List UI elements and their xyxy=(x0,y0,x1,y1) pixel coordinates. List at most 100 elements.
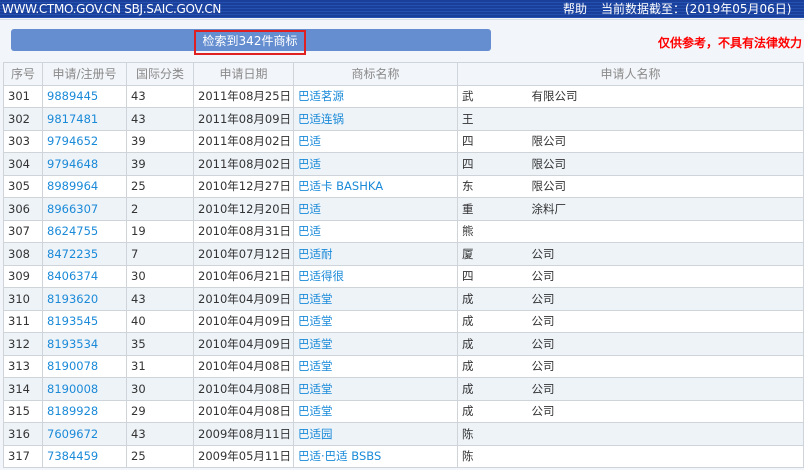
row-no: 312 xyxy=(3,332,43,356)
applicant-suffix: 限公司 xyxy=(531,134,567,149)
applicant-prefix: 熊 xyxy=(462,224,474,239)
row-no: 315 xyxy=(3,399,43,423)
mark-name-cell: 巴适茗源 xyxy=(293,84,458,108)
class-cell: 35 xyxy=(126,332,194,356)
date-cell: 2010年04月08日 xyxy=(193,399,294,423)
site-url: WWW.CTMO.GOV.CN SBJ.SAIC.GOV.CN xyxy=(2,2,222,16)
date-cell: 2010年12月20日 xyxy=(193,197,294,221)
date-cell: 2010年06月21日 xyxy=(193,264,294,288)
mark-name-link[interactable]: 巴适 xyxy=(298,202,321,216)
mark-name-cell: 巴适耐 xyxy=(293,242,458,266)
mark-name-link[interactable]: 巴适 xyxy=(298,224,321,238)
mark-name-cell: 巴适·巴适 BSBS xyxy=(293,444,458,468)
applicant-cell: 成 公司 xyxy=(457,287,804,311)
reg-no-cell: 8406374 xyxy=(42,264,127,288)
reg-no-link[interactable]: 9794648 xyxy=(47,157,98,171)
applicant-suffix: 公司 xyxy=(531,314,555,329)
mark-name-cell: 巴适园 xyxy=(293,422,458,446)
reg-no-link[interactable]: 8193545 xyxy=(47,314,98,328)
applicant-cell: 熊 xyxy=(457,219,804,243)
mark-name-cell: 巴适 xyxy=(293,219,458,243)
class-cell: 43 xyxy=(126,107,194,131)
applicant-prefix: 四 xyxy=(462,269,474,284)
applicant-prefix: 四 xyxy=(462,134,474,149)
col-reg-no-header: 申请/注册号 xyxy=(42,62,127,86)
reg-no-cell: 9817481 xyxy=(42,107,127,131)
reg-no-link[interactable]: 8189928 xyxy=(47,404,98,418)
reg-no-link[interactable]: 8472235 xyxy=(47,247,98,261)
reg-no-link[interactable]: 9817481 xyxy=(47,112,98,126)
date-cell: 2009年05月11日 xyxy=(193,444,294,468)
class-cell: 25 xyxy=(126,174,194,198)
row-no: 317 xyxy=(3,444,43,468)
mark-name-link[interactable]: 巴适连锅 xyxy=(298,112,344,126)
date-cell: 2011年08月09日 xyxy=(193,107,294,131)
applicant-prefix: 厦 xyxy=(462,246,474,261)
mark-name-cell: 巴适堂 xyxy=(293,377,458,401)
applicant-suffix: 公司 xyxy=(531,269,555,284)
reg-no-link[interactable]: 8193534 xyxy=(47,337,98,351)
mark-name-link[interactable]: 巴适堂 xyxy=(298,404,333,418)
mark-name-link[interactable]: 巴适堂 xyxy=(298,382,333,396)
reg-no-link[interactable]: 8193620 xyxy=(47,292,98,306)
table-row: 316 7609672 43 2009年08月11日 巴适园 陈 xyxy=(3,422,804,446)
class-cell: 43 xyxy=(126,287,194,311)
mark-name-link[interactable]: 巴适堂 xyxy=(298,359,333,373)
mark-name-link[interactable]: 巴适 xyxy=(298,157,321,171)
mark-name-link[interactable]: 巴适堂 xyxy=(298,337,333,351)
class-cell: 19 xyxy=(126,219,194,243)
reg-no-link[interactable]: 8190078 xyxy=(47,359,98,373)
reg-no-link[interactable]: 8406374 xyxy=(47,269,98,283)
mark-name-link[interactable]: 巴适堂 xyxy=(298,292,333,306)
applicant-prefix: 成 xyxy=(462,336,474,351)
date-cell: 2011年08月02日 xyxy=(193,129,294,153)
reg-no-link[interactable]: 8190008 xyxy=(47,382,98,396)
date-cell: 2010年04月09日 xyxy=(193,287,294,311)
applicant-prefix: 王 xyxy=(462,111,474,126)
mark-name-link[interactable]: 巴适 xyxy=(298,134,321,148)
table-row: 308 8472235 7 2010年07月12日 巴适耐 厦 公司 xyxy=(3,242,804,266)
reg-no-cell: 8966307 xyxy=(42,197,127,221)
mark-name-link[interactable]: 巴适堂 xyxy=(298,314,333,328)
mark-name-link[interactable]: 巴适·巴适 BSBS xyxy=(298,449,381,463)
help-link[interactable]: 帮助 xyxy=(563,0,587,18)
reg-no-cell: 9889445 xyxy=(42,84,127,108)
applicant-cell: 武 有限公司 xyxy=(457,84,804,108)
table-row: 302 9817481 43 2011年08月09日 巴适连锅 王 xyxy=(3,107,804,131)
mark-name-cell: 巴适堂 xyxy=(293,332,458,356)
mark-name-cell: 巴适得很 xyxy=(293,264,458,288)
mark-name-link[interactable]: 巴适园 xyxy=(298,427,333,441)
mark-name-cell: 巴适 xyxy=(293,152,458,176)
col-mark-name-header: 商标名称 xyxy=(293,62,458,86)
date-cell: 2011年08月25日 xyxy=(193,84,294,108)
applicant-prefix: 重 xyxy=(462,201,474,216)
class-cell: 25 xyxy=(126,444,194,468)
data-date: 当前数据截至：(2019年05月06日) xyxy=(601,2,792,16)
mark-name-link[interactable]: 巴适卡 BASHKA xyxy=(298,179,383,193)
reg-no-link[interactable]: 8624755 xyxy=(47,224,98,238)
table-row: 311 8193545 40 2010年04月09日 巴适堂 成 公司 xyxy=(3,309,804,333)
mark-name-link[interactable]: 巴适得很 xyxy=(298,269,344,283)
mark-name-cell: 巴适连锅 xyxy=(293,107,458,131)
reg-no-cell: 8193545 xyxy=(42,309,127,333)
class-cell: 31 xyxy=(126,354,194,378)
mark-name-cell: 巴适堂 xyxy=(293,399,458,423)
class-cell: 39 xyxy=(126,152,194,176)
mark-name-cell: 巴适 xyxy=(293,129,458,153)
mark-name-link[interactable]: 巴适茗源 xyxy=(298,89,344,103)
date-cell: 2010年04月09日 xyxy=(193,309,294,333)
reg-no-link[interactable]: 8966307 xyxy=(47,202,98,216)
row-no: 302 xyxy=(3,107,43,131)
reg-no-link[interactable]: 9889445 xyxy=(47,89,98,103)
mark-name-link[interactable]: 巴适耐 xyxy=(298,247,333,261)
reg-no-cell: 7609672 xyxy=(42,422,127,446)
reg-no-cell: 9794652 xyxy=(42,129,127,153)
class-cell: 2 xyxy=(126,197,194,221)
reg-no-link[interactable]: 7609672 xyxy=(47,427,98,441)
reg-no-link[interactable]: 7384459 xyxy=(47,449,98,463)
class-cell: 30 xyxy=(126,264,194,288)
date-cell: 2010年12月27日 xyxy=(193,174,294,198)
reg-no-cell: 8190078 xyxy=(42,354,127,378)
reg-no-link[interactable]: 8989964 xyxy=(47,179,98,193)
reg-no-link[interactable]: 9794652 xyxy=(47,134,98,148)
